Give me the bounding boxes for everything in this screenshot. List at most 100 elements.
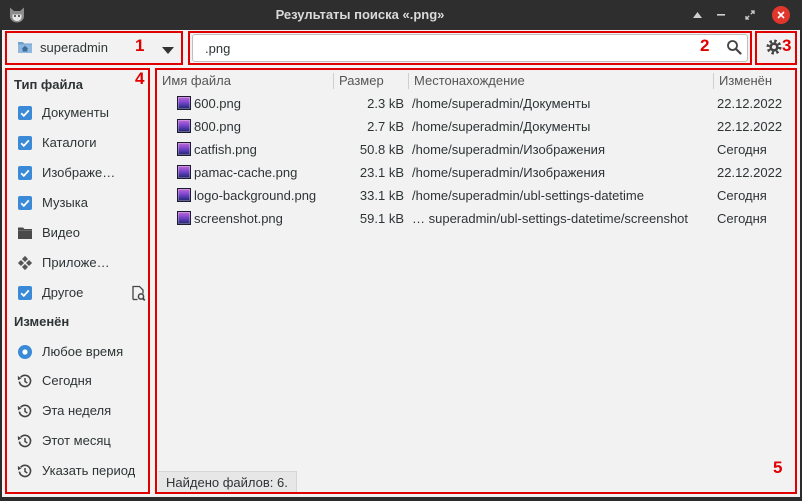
filter-folders[interactable]: Каталоги bbox=[9, 131, 147, 155]
history-icon[interactable] bbox=[17, 433, 33, 449]
image-file-icon bbox=[177, 211, 191, 225]
checkbox[interactable] bbox=[17, 285, 33, 301]
file-size: 50.8 kB bbox=[359, 142, 404, 157]
title-bar[interactable]: Результаты поиска «.png» bbox=[0, 0, 802, 30]
chevron-down-icon[interactable] bbox=[162, 43, 174, 54]
filter-label: Изображе… bbox=[42, 165, 116, 180]
catfish-window: Результаты поиска «.png» superadmin .png… bbox=[0, 0, 802, 501]
file-location: /home/superadmin/Изображения bbox=[412, 165, 605, 180]
minimize-icon bbox=[717, 14, 725, 16]
file-modified: 22.12.2022 bbox=[717, 96, 783, 111]
search-icon[interactable] bbox=[726, 39, 742, 55]
filter-music[interactable]: Музыка bbox=[9, 191, 147, 215]
checkbox[interactable] bbox=[17, 135, 33, 151]
table-row[interactable]: pamac-cache.png 23.1 kB /home/superadmin… bbox=[157, 161, 795, 184]
column-header-location[interactable]: Местонахождение bbox=[414, 71, 525, 90]
shade-button[interactable] bbox=[687, 5, 707, 25]
modified-label: Указать период bbox=[42, 463, 136, 478]
history-icon[interactable] bbox=[17, 403, 33, 419]
table-row[interactable]: 600.png 2.3 kB /home/superadmin/Документ… bbox=[157, 92, 795, 115]
filter-documents[interactable]: Документы bbox=[9, 101, 147, 125]
file-name: pamac-cache.png bbox=[194, 165, 298, 180]
filter-label: Каталоги bbox=[42, 135, 97, 150]
filter-label: Другое bbox=[42, 285, 84, 300]
column-header-modified[interactable]: Изменён bbox=[719, 71, 772, 90]
column-header-size[interactable]: Размер bbox=[339, 71, 384, 90]
image-file-icon bbox=[177, 142, 191, 156]
image-file-icon bbox=[177, 96, 191, 110]
file-name: logo-background.png bbox=[194, 188, 317, 203]
modified-label: Сегодня bbox=[42, 373, 92, 388]
search-input[interactable] bbox=[198, 36, 678, 60]
file-size: 33.1 kB bbox=[359, 188, 404, 203]
document-search-icon[interactable] bbox=[130, 285, 146, 302]
modified-today[interactable]: Сегодня bbox=[9, 369, 147, 393]
modified-heading: Изменён bbox=[14, 314, 70, 329]
file-size: 2.7 kB bbox=[367, 119, 404, 134]
file-location: … superadmin/ubl-settings-datetime/scree… bbox=[412, 211, 689, 226]
filter-applications[interactable]: Приложе… bbox=[9, 251, 147, 275]
filter-label: Приложе… bbox=[42, 255, 110, 270]
file-modified: Сегодня bbox=[717, 188, 767, 203]
checkbox[interactable] bbox=[17, 105, 33, 121]
file-modified: Сегодня bbox=[717, 211, 767, 226]
column-header-name[interactable]: Имя файла bbox=[162, 71, 231, 90]
history-icon[interactable] bbox=[17, 463, 33, 479]
video-folder-icon[interactable] bbox=[17, 225, 33, 241]
column-separator[interactable] bbox=[408, 73, 409, 89]
modified-label: Этот месяц bbox=[42, 433, 111, 448]
window-title: Результаты поиска «.png» bbox=[275, 7, 445, 22]
modified-this-month[interactable]: Этот месяц bbox=[9, 429, 147, 453]
modified-this-week[interactable]: Эта неделя bbox=[9, 399, 147, 423]
location-value: superadmin bbox=[40, 40, 108, 55]
radio-selected-icon[interactable] bbox=[17, 344, 33, 360]
file-type-heading: Тип файла bbox=[14, 77, 83, 92]
image-file-icon bbox=[177, 165, 191, 179]
file-location: /home/superadmin/Документы bbox=[412, 96, 591, 111]
file-name: 800.png bbox=[194, 119, 241, 134]
maximize-icon bbox=[745, 10, 755, 20]
table-row[interactable]: logo-background.png 33.1 kB /home/supera… bbox=[157, 184, 795, 207]
close-button[interactable] bbox=[771, 5, 791, 25]
file-size: 2.3 kB bbox=[367, 96, 404, 111]
close-icon bbox=[772, 6, 790, 24]
maximize-button[interactable] bbox=[740, 5, 760, 25]
results-table: Имя файла Размер Местонахождение Изменён… bbox=[157, 70, 795, 492]
modified-label: Эта неделя bbox=[42, 403, 112, 418]
table-row[interactable]: catfish.png 50.8 kB /home/superadmin/Изо… bbox=[157, 138, 795, 161]
modified-any-time[interactable]: Любое время bbox=[9, 340, 147, 364]
applications-icon[interactable] bbox=[17, 255, 33, 271]
file-location: /home/superadmin/Документы bbox=[412, 119, 591, 134]
settings-button[interactable] bbox=[761, 34, 795, 62]
file-size: 23.1 kB bbox=[359, 165, 404, 180]
filter-label: Видео bbox=[42, 225, 80, 240]
image-file-icon bbox=[177, 188, 191, 202]
checkbox[interactable] bbox=[17, 195, 33, 211]
file-location: /home/superadmin/Изображения bbox=[412, 142, 605, 157]
location-combo[interactable]: superadmin bbox=[8, 34, 180, 62]
modified-label: Любое время bbox=[42, 344, 124, 359]
filter-sidebar: Тип файла Документы Каталоги Изображе… М… bbox=[7, 70, 148, 492]
table-row[interactable]: screenshot.png 59.1 kB … superadmin/ubl-… bbox=[157, 207, 795, 230]
file-name: 600.png bbox=[194, 96, 241, 111]
minimize-button[interactable] bbox=[711, 5, 731, 25]
filter-label: Документы bbox=[42, 105, 110, 120]
search-field[interactable] bbox=[192, 34, 748, 62]
modified-custom-period[interactable]: Указать период bbox=[9, 459, 147, 483]
column-separator[interactable] bbox=[333, 73, 334, 89]
column-separator[interactable] bbox=[713, 73, 714, 89]
gear-icon bbox=[766, 39, 782, 55]
file-name: screenshot.png bbox=[194, 211, 283, 226]
filter-other[interactable]: Другое bbox=[9, 281, 147, 305]
file-location: /home/superadmin/ubl-settings-datetime bbox=[412, 188, 644, 203]
table-row[interactable]: 800.png 2.7 kB /home/superadmin/Документ… bbox=[157, 115, 795, 138]
file-name: catfish.png bbox=[194, 142, 257, 157]
image-file-icon bbox=[177, 119, 191, 133]
filter-images[interactable]: Изображе… bbox=[9, 161, 147, 185]
file-modified: 22.12.2022 bbox=[717, 119, 783, 134]
checkbox[interactable] bbox=[17, 165, 33, 181]
history-icon[interactable] bbox=[17, 373, 33, 389]
file-modified: Сегодня bbox=[717, 142, 767, 157]
status-bar: Найдено файлов: 6. bbox=[158, 471, 297, 492]
filter-video[interactable]: Видео bbox=[9, 221, 147, 245]
